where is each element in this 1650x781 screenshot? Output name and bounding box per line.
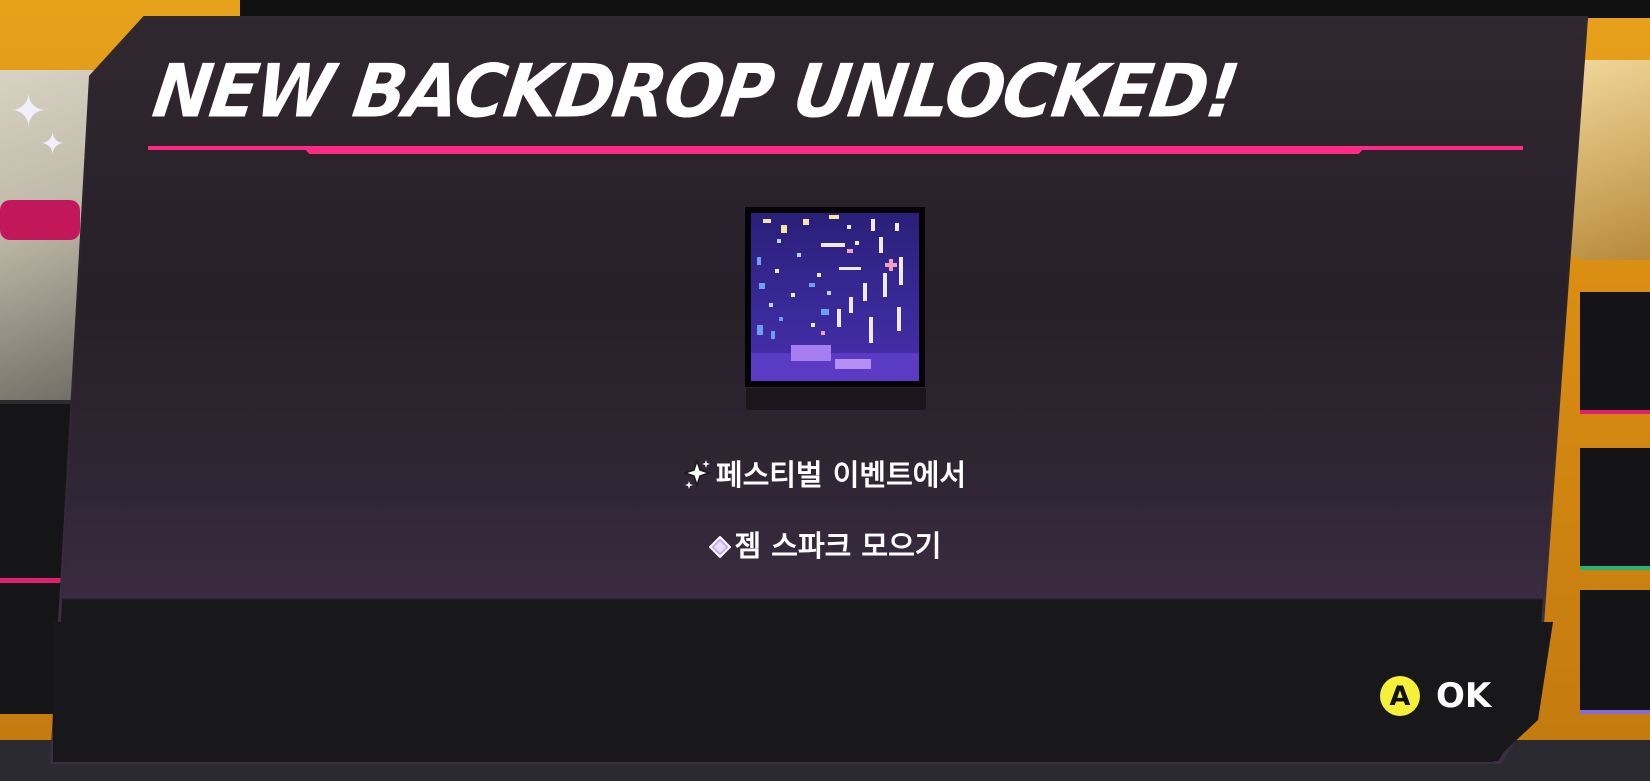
background-panel-right-1 — [1580, 292, 1650, 414]
sparkle-icon — [682, 458, 712, 496]
requirement-text-2: 젬 스파크 모으기 — [734, 529, 942, 563]
ok-label: OK — [1436, 676, 1492, 716]
background-panel-right-3 — [1580, 590, 1650, 714]
sparkle-decoration-icon: ✦ — [40, 127, 66, 162]
dialog-footer — [53, 622, 1553, 762]
ok-button[interactable]: A OK — [1380, 676, 1491, 716]
character-hat-graphic — [0, 200, 80, 240]
backdrop-thumbnail-shadow — [746, 388, 926, 410]
game-screen: ✦ ✦ NEW BACKDROP UNLOCKED! 페스티벌 이벤트에서 젬 … — [0, 0, 1650, 781]
a-button-icon: A — [1380, 676, 1420, 716]
title-underline-tab — [304, 148, 1364, 154]
requirement-row-1: 페스티벌 이벤트에서 — [0, 452, 1650, 496]
gem-diamond-icon — [708, 531, 731, 565]
backdrop-thumbnail — [745, 207, 925, 387]
starry-night-backdrop-icon — [751, 213, 919, 381]
requirement-text-1: 페스티벌 이벤트에서 — [715, 458, 967, 492]
requirement-row-2: 젬 스파크 모으기 — [0, 523, 1650, 565]
background-top-strip — [240, 0, 1650, 18]
dialog-title: NEW BACKDROP UNLOCKED! — [147, 48, 1243, 135]
